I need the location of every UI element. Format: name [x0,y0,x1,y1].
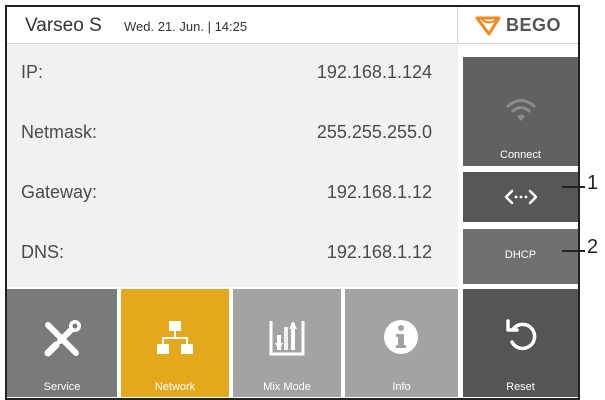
gateway-value: 192.168.1.12 [326,182,432,202]
network-info-panel: IP: 192.168.1.124 Netmask: 255.255.255.0… [7,44,458,287]
gateway-label: Gateway: [21,182,98,202]
dns-value: 192.168.1.12 [326,242,432,262]
callout-line-2 [562,250,585,252]
header-divider [457,7,458,43]
left-right-arrows-icon [504,189,538,205]
bego-logo-mark-icon [475,16,501,36]
datetime-display: Wed. 21. Jun. | 14:25 [124,19,248,34]
tab-network[interactable]: Network [121,289,229,397]
tab-service-label: Service [43,381,81,393]
tab-info-label: Info [392,381,411,393]
reset-icon [506,319,537,351]
tab-mix-mode[interactable]: Mix Mode [233,289,341,397]
reset-button[interactable]: Reset [463,289,578,397]
ip-value: 192.168.1.124 [316,62,432,82]
dhcp-button[interactable]: DHCP [463,229,578,284]
connect-label: Connect [500,149,541,161]
gateway-row: Gateway: 192.168.1.12 [7,164,458,224]
dns-row: DNS: 192.168.1.12 [7,224,458,284]
ip-row: IP: 192.168.1.124 [7,44,458,104]
dns-label: DNS: [21,242,65,262]
wifi-icon [506,99,536,121]
static-ip-button[interactable] [463,172,578,222]
tab-service[interactable]: Service [7,289,117,397]
info-icon [384,320,418,354]
reset-label: Reset [506,381,535,393]
netmask-row: Netmask: 255.255.255.0 [7,104,458,164]
callout-number-1: 1 [587,172,599,194]
callout-number-2: 2 [587,236,599,258]
device-screen: Varseo S Wed. 21. Jun. | 14:25 BEGO IP: … [5,5,580,400]
network-icon [157,321,193,354]
mix-mode-icon [269,321,305,356]
header-bar: Varseo S Wed. 21. Jun. | 14:25 BEGO [7,7,578,44]
tab-network-label: Network [154,381,196,393]
connect-button[interactable]: Connect [463,57,578,166]
netmask-value: 255.255.255.0 [316,122,432,142]
tab-info[interactable]: Info [345,289,458,397]
logo-text: BEGO [506,14,562,35]
tab-mix-mode-label: Mix Mode [263,381,311,393]
tools-icon [44,320,81,357]
ip-label: IP: [21,62,44,82]
callout-line-1 [562,186,585,188]
bego-logo: BEGO [475,12,561,38]
app-title: Varseo S [25,15,102,36]
netmask-label: Netmask: [21,122,98,142]
dhcp-label: DHCP [504,249,537,261]
